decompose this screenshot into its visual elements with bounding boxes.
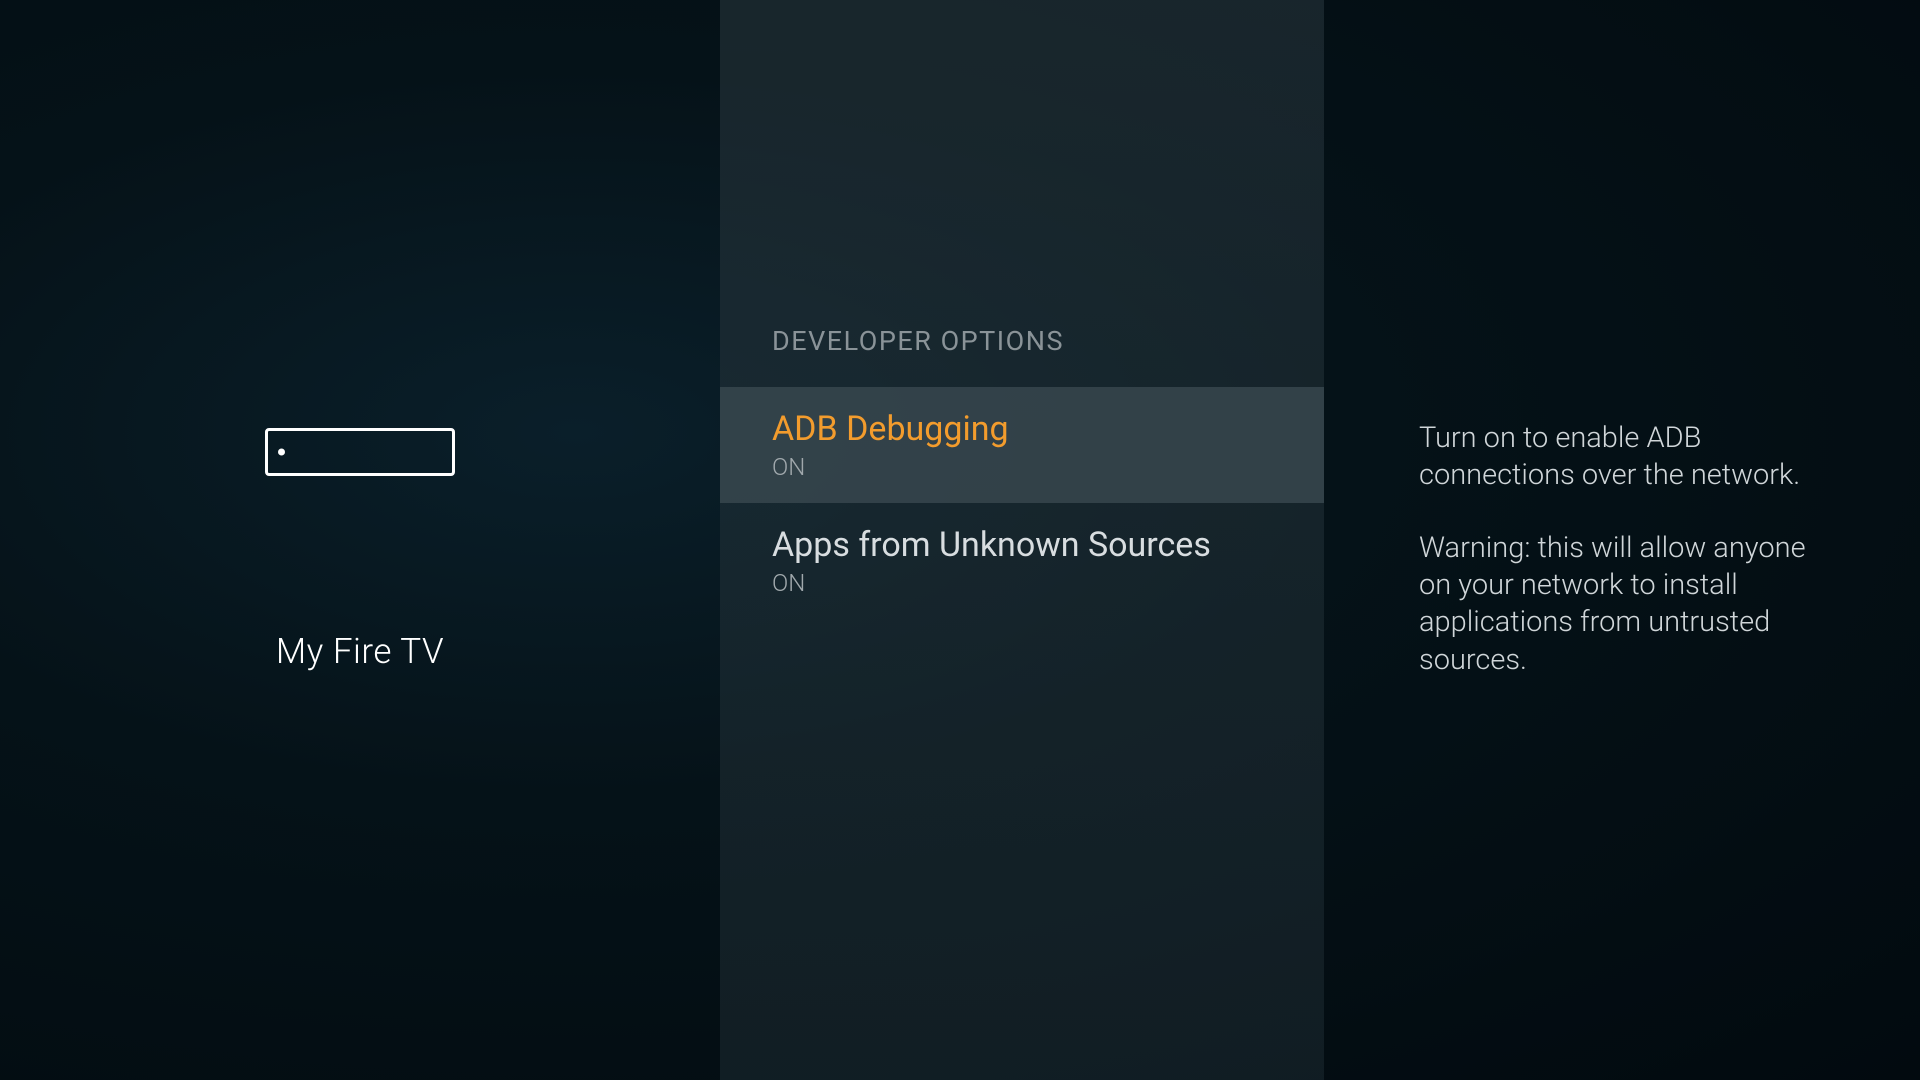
- description-paragraph-1: Turn on to enable ADB connections over t…: [1419, 420, 1815, 494]
- fire-tv-device-icon: [265, 428, 455, 476]
- device-label: My Fire TV: [276, 631, 444, 672]
- option-status: ON: [772, 453, 1272, 481]
- option-title: Apps from Unknown Sources: [772, 525, 1272, 565]
- option-status: ON: [772, 569, 1272, 597]
- description-panel: Turn on to enable ADB connections over t…: [1324, 0, 1920, 1080]
- left-panel: My Fire TV: [0, 0, 720, 1080]
- section-header: DEVELOPER OPTIONS: [720, 0, 1324, 387]
- options-panel: DEVELOPER OPTIONS ADB Debugging ON Apps …: [720, 0, 1324, 1080]
- option-unknown-sources[interactable]: Apps from Unknown Sources ON: [720, 503, 1324, 619]
- option-title: ADB Debugging: [772, 409, 1272, 449]
- help-text: Turn on to enable ADB connections over t…: [1419, 420, 1815, 679]
- description-paragraph-2: Warning: this will allow anyone on your …: [1419, 530, 1815, 678]
- option-adb-debugging[interactable]: ADB Debugging ON: [720, 387, 1324, 503]
